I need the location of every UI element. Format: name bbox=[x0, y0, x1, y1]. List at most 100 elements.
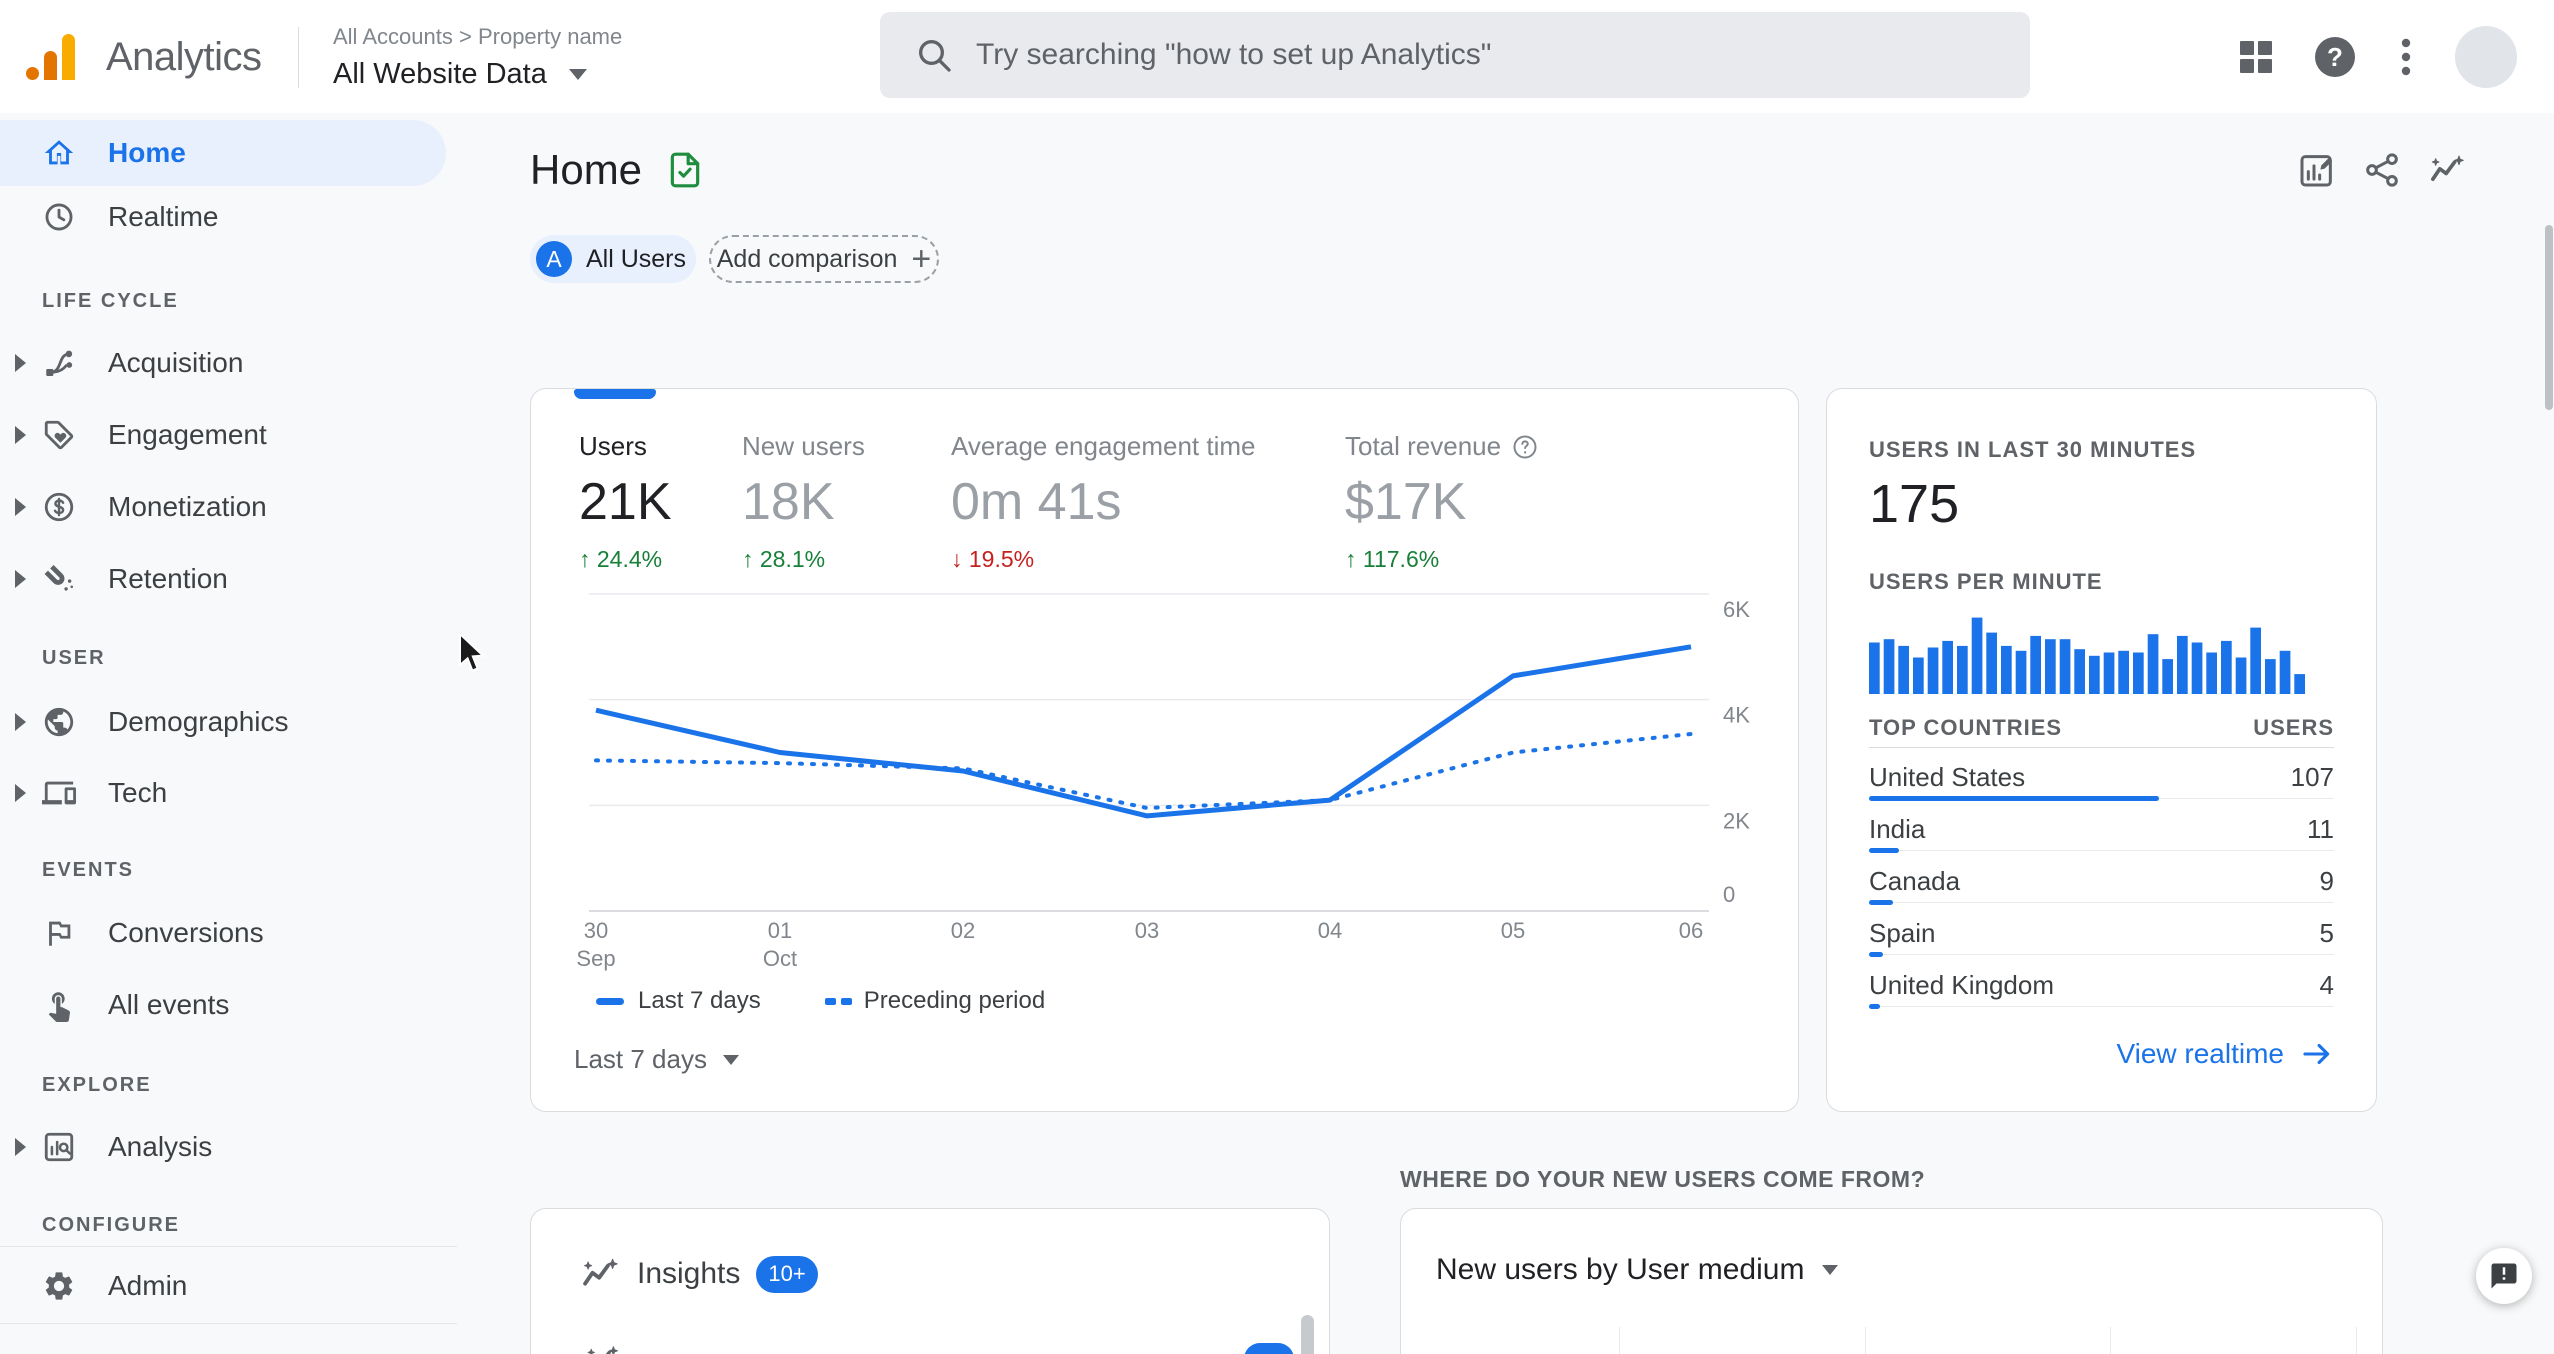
chevron-down-icon bbox=[722, 1054, 739, 1065]
search-bar[interactable] bbox=[880, 12, 2030, 98]
kebab-menu-icon bbox=[2382, 33, 2430, 81]
grid-icon bbox=[2232, 33, 2280, 81]
sidebar-item-analysis[interactable]: Analysis bbox=[0, 1111, 446, 1183]
sidebar-item-admin[interactable]: Admin bbox=[0, 1250, 446, 1322]
add-comparison-chip[interactable]: Add comparison + bbox=[709, 235, 939, 283]
sidebar: Home Realtime LIFE CYCLE Acquisition Engagem… bbox=[0, 113, 457, 1354]
sidebar-item-label: Realtime bbox=[108, 201, 219, 232]
ga-analytics-home: Analytics All Accounts > Property name A… bbox=[0, 0, 2554, 1354]
more-options-button[interactable] bbox=[2382, 33, 2430, 81]
country-row-united-states: United States 107 bbox=[1869, 752, 2334, 804]
share-button[interactable] bbox=[2362, 148, 2406, 192]
plus-icon: + bbox=[911, 240, 932, 278]
country-bar bbox=[1869, 1004, 1880, 1009]
insight-item-badge bbox=[1244, 1343, 1294, 1354]
sidebar-item-label: Engagement bbox=[108, 419, 267, 450]
country-bar-track bbox=[1869, 902, 2334, 903]
svg-text:06: 06 bbox=[1679, 918, 1703, 943]
card-scrollbar[interactable] bbox=[1301, 1315, 1314, 1354]
avatar[interactable] bbox=[2455, 26, 2517, 88]
sidebar-item-tech[interactable]: Tech bbox=[0, 757, 446, 829]
touch-icon bbox=[42, 988, 76, 1022]
view-realtime-link[interactable]: View realtime bbox=[2116, 1037, 2334, 1071]
dimension-selector[interactable]: New users by User medium bbox=[1436, 1253, 1839, 1287]
legend-swatch-solid bbox=[596, 997, 624, 1005]
legend-label-preceding-period: Preceding period bbox=[863, 987, 1046, 1014]
gridline bbox=[2110, 1327, 2111, 1354]
analytics-logo[interactable]: Analytics bbox=[26, 34, 266, 82]
mouse-cursor bbox=[459, 634, 486, 672]
expand-caret-icon[interactable] bbox=[15, 784, 26, 802]
search-input[interactable] bbox=[976, 38, 2010, 72]
breadcrumb: All Accounts > Property name bbox=[333, 24, 622, 50]
help-button[interactable]: ? bbox=[2311, 33, 2359, 81]
flag-icon bbox=[42, 916, 76, 950]
users-30min-label: USERS IN LAST 30 MINUTES bbox=[1869, 437, 2197, 462]
sidebar-section-life-cycle: LIFE CYCLE bbox=[42, 289, 179, 312]
svg-text:0: 0 bbox=[1723, 882, 1735, 907]
breadcrumb-property-name[interactable]: Property name bbox=[478, 24, 622, 49]
expand-caret-icon[interactable] bbox=[15, 1138, 26, 1156]
all-users-label: All Users bbox=[586, 244, 687, 273]
country-users: 107 bbox=[2290, 762, 2334, 792]
home-icon bbox=[42, 136, 76, 170]
search-icon bbox=[914, 35, 954, 75]
customize-report-icon bbox=[2297, 150, 2337, 190]
gridline bbox=[1865, 1327, 1866, 1354]
monetization-icon bbox=[42, 490, 76, 524]
sidebar-item-label: Demographics bbox=[108, 706, 289, 737]
customize-report-button[interactable] bbox=[2297, 148, 2341, 192]
insights-icon bbox=[579, 1253, 621, 1295]
expand-caret-icon[interactable] bbox=[15, 426, 26, 444]
comparison-badge: A bbox=[536, 241, 572, 277]
devices-icon bbox=[42, 776, 76, 810]
feedback-button[interactable] bbox=[2476, 1248, 2532, 1304]
sidebar-item-all-events[interactable]: All events bbox=[0, 969, 446, 1041]
insights-title: Insights bbox=[637, 1257, 741, 1290]
legend-label-last-7-days: Last 7 days bbox=[638, 987, 761, 1014]
expand-caret-icon[interactable] bbox=[15, 354, 26, 372]
property-selector[interactable]: All Website Data bbox=[333, 56, 587, 92]
insights-card: Insights 10+ bbox=[530, 1208, 1330, 1354]
country-users: 4 bbox=[2319, 970, 2334, 1000]
expand-caret-icon[interactable] bbox=[15, 570, 26, 588]
sidebar-item-label: Acquisition bbox=[108, 347, 244, 378]
gridline bbox=[1619, 1327, 1620, 1354]
sidebar-item-label: Home bbox=[108, 137, 186, 168]
insights-panel-button[interactable] bbox=[2427, 148, 2471, 192]
property-selector-label: All Website Data bbox=[333, 57, 547, 90]
users-per-minute-label: USERS PER MINUTE bbox=[1869, 569, 2103, 594]
engagement-icon bbox=[42, 418, 76, 452]
new-users-by-medium-card: New users by User medium bbox=[1400, 1208, 2383, 1354]
sidebar-item-conversions[interactable]: Conversions bbox=[0, 897, 446, 969]
app-header: Analytics All Accounts > Property name A… bbox=[0, 0, 2554, 113]
sidebar-item-home[interactable]: Home bbox=[0, 120, 446, 186]
sidebar-item-label: Analysis bbox=[108, 1131, 213, 1162]
apps-grid-button[interactable] bbox=[2232, 33, 2280, 81]
analysis-icon bbox=[42, 1130, 76, 1164]
breadcrumb-all-accounts[interactable]: All Accounts bbox=[333, 24, 453, 49]
sidebar-item-demographics[interactable]: Demographics bbox=[0, 686, 446, 758]
time-range-selector[interactable]: Last 7 days bbox=[574, 1044, 739, 1075]
insights-count-badge: 10+ bbox=[756, 1255, 818, 1293]
sidebar-item-retention[interactable]: Retention bbox=[0, 543, 446, 615]
country-bar-track bbox=[1869, 1006, 2334, 1007]
country-bar bbox=[1869, 952, 1883, 957]
expand-caret-icon[interactable] bbox=[15, 498, 26, 516]
gear-icon bbox=[42, 1269, 76, 1303]
all-users-chip[interactable]: A All Users bbox=[530, 235, 696, 283]
country-name: Canada bbox=[1869, 866, 1961, 896]
page-scrollbar[interactable] bbox=[2545, 225, 2553, 410]
svg-text:30: 30 bbox=[584, 918, 608, 943]
sidebar-item-monetization[interactable]: Monetization bbox=[0, 471, 446, 543]
sidebar-item-engagement[interactable]: Engagement bbox=[0, 399, 446, 471]
sidebar-item-realtime[interactable]: Realtime bbox=[0, 184, 446, 250]
arrow-right-icon bbox=[2300, 1037, 2334, 1071]
country-row-canada: Canada 9 bbox=[1869, 856, 2334, 908]
sidebar-item-label: Monetization bbox=[108, 491, 267, 522]
sidebar-item-acquisition[interactable]: Acquisition bbox=[0, 327, 446, 399]
expand-caret-icon[interactable] bbox=[15, 713, 26, 731]
country-bar-track bbox=[1869, 954, 2334, 955]
country-name: India bbox=[1869, 814, 1926, 844]
add-comparison-label: Add comparison bbox=[716, 244, 898, 273]
